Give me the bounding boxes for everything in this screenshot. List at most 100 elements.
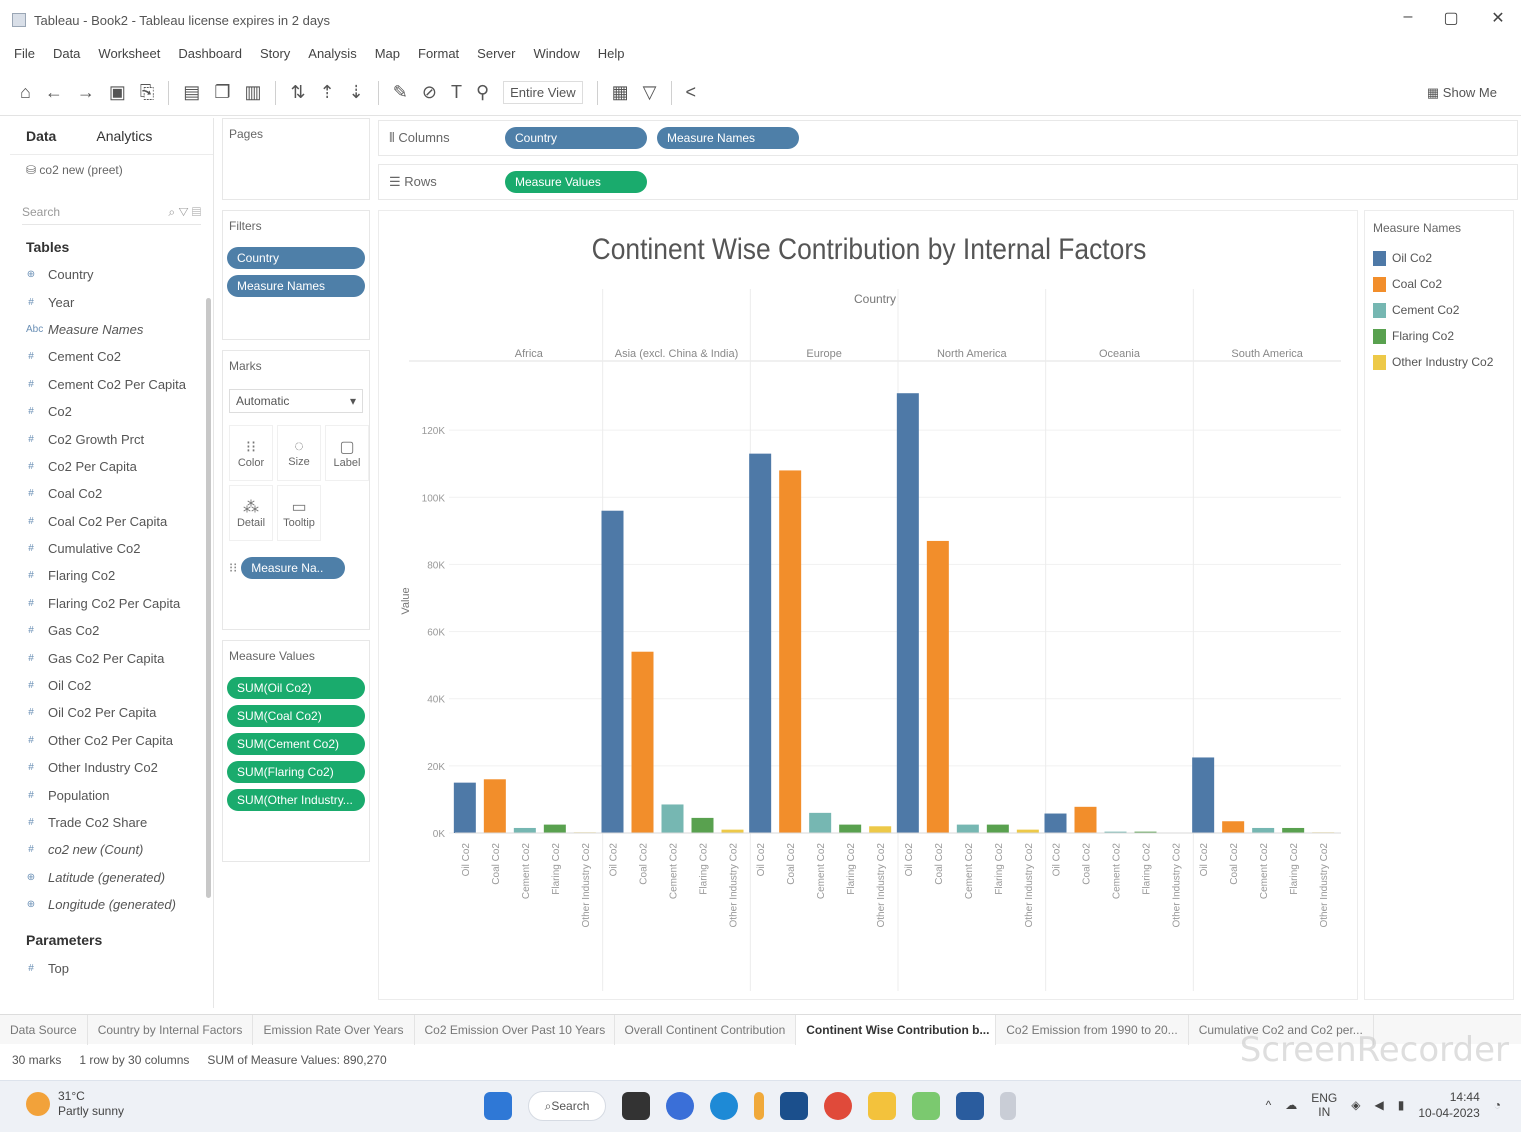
tooltip-button[interactable]: ▭ Tooltip [277,485,321,541]
field-item[interactable]: Abc Measure Names [10,316,213,343]
field-item[interactable]: # Flaring Co2 [10,562,213,589]
sheet-tab[interactable]: Co2 Emission Over Past 10 Years [415,1014,615,1045]
datasource-item[interactable]: ⛁ co2 new (preet) [10,155,213,185]
field-item[interactable]: # Oil Co2 [10,672,213,699]
color-button[interactable]: ⁝⁝ Color [229,425,273,481]
field-item[interactable]: # Gas Co2 [10,617,213,644]
measure-pill-flaring[interactable]: SUM(Flaring Co2) [227,761,365,783]
field-item[interactable]: # Coal Co2 Per Capita [10,508,213,535]
chrome-icon[interactable] [824,1092,852,1120]
mark-type-select[interactable]: Automatic ▾ [229,389,363,413]
label-button[interactable]: ▢ Label [325,425,369,481]
misc-app-icon[interactable] [1000,1092,1016,1120]
field-item[interactable]: # Co2 [10,398,213,425]
sheet-tab[interactable]: Co2 Emission from 1990 to 20... [996,1014,1189,1045]
notification-icon[interactable]: ◔ [1494,1098,1501,1112]
minimize-button[interactable]: – [1393,8,1423,26]
chat-icon[interactable] [666,1092,694,1120]
field-item[interactable]: # Co2 Per Capita [10,453,213,480]
chart-view[interactable]: Continent Wise Contribution by Internal … [378,210,1358,1000]
legend-item[interactable]: Cement Co2 [1365,297,1513,323]
field-item[interactable]: # Population [10,781,213,808]
filter-pill-measure-names[interactable]: Measure Names [227,275,365,297]
menu-analysis[interactable]: Analysis [308,46,356,61]
pin-icon[interactable]: ⚲ [476,82,489,103]
windows-start-icon[interactable] [484,1092,512,1120]
field-item[interactable]: # Other Industry Co2 [10,754,213,781]
menu-file[interactable]: File [14,46,35,61]
lightning-app-icon[interactable] [754,1092,764,1120]
sheet-tab[interactable]: Country by Internal Factors [88,1014,254,1045]
sheet-tab[interactable]: Continent Wise Contribution b... [796,1014,997,1045]
new-datasource-icon[interactable]: ⎘ [140,82,154,103]
field-item[interactable]: # Trade Co2 Share [10,809,213,836]
edge-icon[interactable] [710,1092,738,1120]
bar-chart[interactable]: Country 0K 20K 40K 60K 80K 100K 120K Value Africa… [379,211,1359,1001]
maximize-button[interactable]: ▢ [1436,8,1466,28]
duplicate-icon[interactable]: ❐ [214,82,230,103]
pages-card[interactable]: Pages [222,118,370,200]
tooltip-icon[interactable]: ▽ [643,82,657,103]
measure-pill-other-industry[interactable]: SUM(Other Industry... [227,789,365,811]
field-item[interactable]: # Co2 Growth Prct [10,425,213,452]
measure-pill-coal[interactable]: SUM(Coal Co2) [227,705,365,727]
tab-analytics[interactable]: Analytics [96,128,152,144]
onedrive-icon[interactable]: ☁ [1285,1098,1297,1112]
marks-pill-measure-names[interactable]: Measure Na.. [241,557,346,579]
battery-icon[interactable]: ▮ [1398,1098,1405,1112]
field-item[interactable]: # Other Co2 Per Capita [10,727,213,754]
show-me-button[interactable]: ▦ Show Me [1427,85,1497,101]
legend-item[interactable]: Flaring Co2 [1365,323,1513,349]
search-filter-icons[interactable]: ⌕ ▽ ▤ [168,205,201,220]
legend-item[interactable]: Coal Co2 [1365,271,1513,297]
store-icon[interactable] [780,1092,808,1120]
language-indicator[interactable]: ENG IN [1311,1091,1337,1119]
columns-shelf[interactable]: ⦀ Columns Country Measure Names [378,120,1518,156]
menu-dashboard[interactable]: Dashboard [178,46,242,61]
menu-server[interactable]: Server [477,46,515,61]
sheet-tab[interactable]: Emission Rate Over Years [253,1014,415,1045]
taskbar-search[interactable]: ⌕ Search [528,1091,606,1121]
columns-pill-measure-names[interactable]: Measure Names [657,127,799,149]
field-item[interactable]: # Flaring Co2 Per Capita [10,590,213,617]
menu-help[interactable]: Help [598,46,625,61]
browser-app-icon[interactable] [912,1092,940,1120]
menu-story[interactable]: Story [260,46,290,61]
search-input[interactable]: Search [22,205,60,220]
field-item[interactable]: # Cumulative Co2 [10,535,213,562]
field-item[interactable]: ⊕ Country [10,261,213,288]
field-item[interactable]: ⊕ Latitude (generated) [10,864,213,891]
legend-item[interactable]: Oil Co2 [1365,245,1513,271]
detail-button[interactable]: ⁂ Detail [229,485,273,541]
close-button[interactable]: ✕ [1483,8,1513,28]
new-worksheet-icon[interactable]: ▤ [183,82,200,103]
menu-worksheet[interactable]: Worksheet [98,46,160,61]
forward-icon[interactable]: → [77,82,95,103]
menu-map[interactable]: Map [375,46,400,61]
sort-descending-icon[interactable]: ⇣ [349,82,364,103]
swap-icon[interactable]: ⇅ [290,82,305,103]
wifi-icon[interactable]: ◈ [1351,1098,1360,1112]
filters-card[interactable]: Filters Country Measure Names [222,210,370,340]
legend-item[interactable]: Other Industry Co2 [1365,349,1513,375]
rows-pill-measure-values[interactable]: Measure Values [505,171,647,193]
tab-data[interactable]: Data [26,128,56,144]
weather-widget[interactable]: 31°C Partly sunny [26,1089,124,1119]
field-item[interactable]: # Oil Co2 Per Capita [10,699,213,726]
highlight-icon[interactable]: ✎ [393,82,408,103]
measure-pill-oil[interactable]: SUM(Oil Co2) [227,677,365,699]
home-icon[interactable]: ⌂ [20,82,31,103]
sort-ascending-icon[interactable]: ⇡ [320,82,335,103]
menu-format[interactable]: Format [418,46,459,61]
field-item[interactable]: # Year [10,288,213,315]
parameter-item[interactable]: # Top [10,954,213,981]
data-source-tab[interactable]: Data Source [0,1014,88,1045]
fit-view-select[interactable]: Entire View [503,81,583,104]
menu-window[interactable]: Window [533,46,579,61]
chevron-up-icon[interactable]: ^ [1266,1098,1272,1112]
clear-sheet-icon[interactable]: ▥ [244,82,261,103]
file-explorer-icon[interactable] [868,1092,896,1120]
volume-icon[interactable]: ◀ [1375,1098,1384,1112]
rows-shelf[interactable]: ☰ Rows Measure Values [378,164,1518,200]
save-icon[interactable]: ▣ [109,82,126,103]
